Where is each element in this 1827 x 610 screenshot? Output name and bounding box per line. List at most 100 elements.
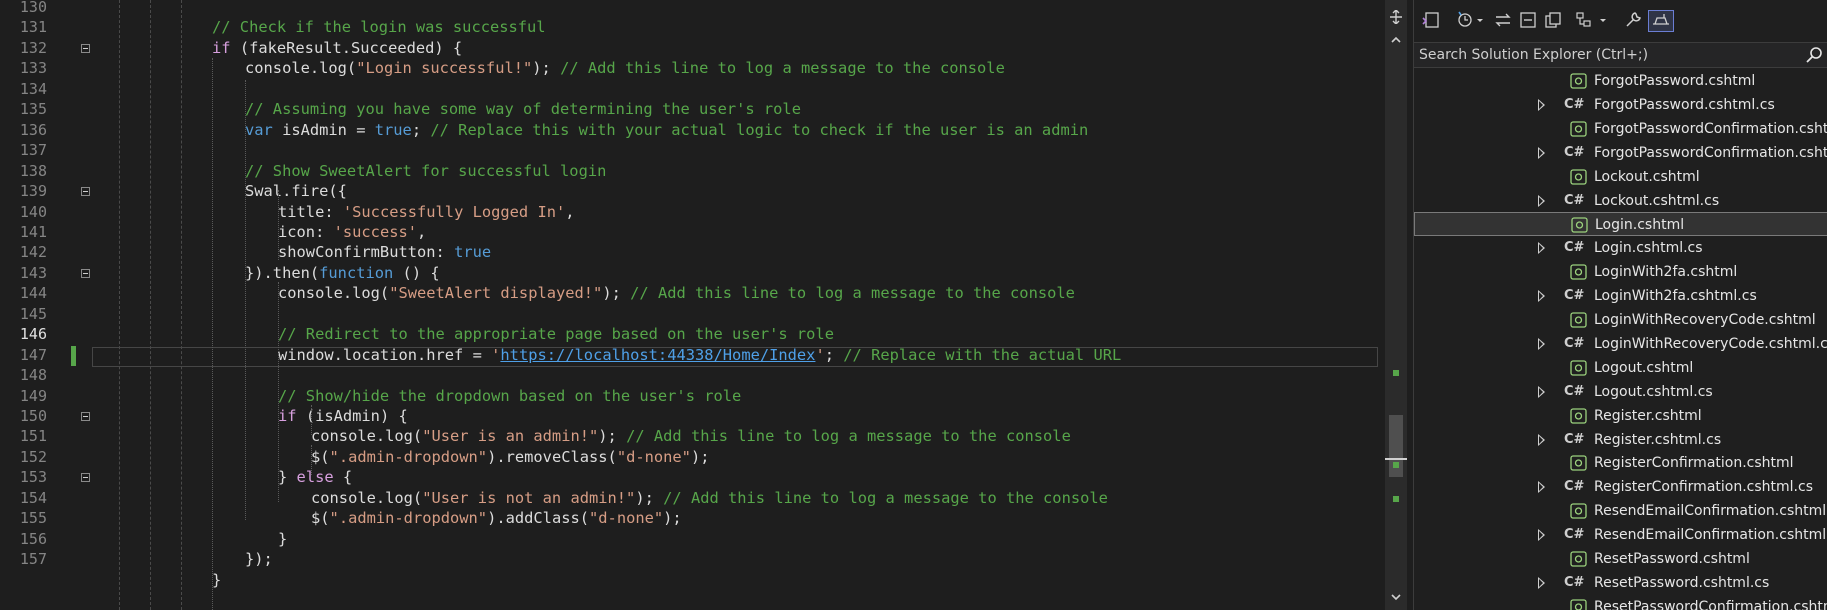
- sync-with-active-document-icon[interactable]: [1492, 10, 1514, 32]
- collapse-region-icon[interactable]: [81, 268, 90, 278]
- expand-arrow-icon[interactable]: [1538, 337, 1545, 350]
- solution-item[interactable]: C# ForgotPasswordConfirmation.cshtml.cs: [1414, 141, 1827, 165]
- solution-item[interactable]: ResendEmailConfirmation.cshtml: [1414, 499, 1827, 523]
- code-line[interactable]: }: [278, 529, 287, 550]
- solution-item[interactable]: C# RegisterConfirmation.cshtml.cs: [1414, 475, 1827, 499]
- code-line[interactable]: // Redirect to the appropriate page base…: [278, 324, 834, 345]
- solution-item[interactable]: ResetPasswordConfirmation.cshtml: [1414, 595, 1827, 610]
- code-line[interactable]: console.log("User is not an admin!"); //…: [311, 488, 1108, 509]
- code-line[interactable]: // Show SweetAlert for successful login: [245, 161, 606, 182]
- solution-item[interactable]: C# ResendEmailConfirmation.cshtml.cs: [1414, 523, 1827, 547]
- code-line[interactable]: var isAdmin = true; // Replace this with…: [245, 120, 1088, 141]
- solution-item[interactable]: LoginWithRecoveryCode.cshtml: [1414, 308, 1827, 332]
- collapse-region-icon[interactable]: [81, 43, 90, 53]
- code-line[interactable]: title: 'Successfully Logged In',: [278, 202, 575, 223]
- code-token: );: [690, 447, 710, 466]
- expand-arrow-icon[interactable]: [1538, 98, 1545, 111]
- solution-item-label: LoginWithRecoveryCode.cshtml.cs: [1594, 335, 1827, 352]
- code-line[interactable]: $(".admin-dropdown").addClass("d-none");: [311, 508, 682, 529]
- razor-file-icon: [1570, 168, 1587, 185]
- solution-item[interactable]: C# ForgotPassword.cshtml.cs: [1414, 93, 1827, 117]
- solution-item[interactable]: C# Lockout.cshtml.cs: [1414, 189, 1827, 213]
- code-line[interactable]: console.log("User is an admin!"); // Add…: [311, 426, 1071, 447]
- search-input[interactable]: [1419, 46, 1799, 64]
- code-token: true: [454, 243, 492, 262]
- code-token: isAdmin =: [272, 120, 375, 139]
- code-line[interactable]: // Show/hide the dropdown based on the u…: [278, 386, 741, 407]
- solution-item[interactable]: C# ResetPassword.cshtml.cs: [1414, 571, 1827, 595]
- solution-item[interactable]: ForgotPassword.cshtml: [1414, 69, 1827, 93]
- code-token: ).removeClass(: [487, 447, 617, 466]
- expand-arrow-icon[interactable]: [1538, 290, 1545, 303]
- expand-arrow-icon[interactable]: [1538, 194, 1545, 207]
- scroll-up-icon[interactable]: [1389, 33, 1403, 51]
- code-line[interactable]: // Assuming you have some way of determi…: [245, 99, 801, 120]
- code-line[interactable]: console.log("SweetAlert displayed!"); //…: [278, 283, 1075, 304]
- razor-file-icon: [1571, 217, 1588, 234]
- expand-arrow-icon[interactable]: [1538, 481, 1545, 494]
- code-indent-guide: [311, 445, 312, 475]
- collapse-region-icon[interactable]: [81, 412, 90, 421]
- history-dropdown-icon[interactable]: [1454, 10, 1488, 32]
- code-line[interactable]: if (isAdmin) {: [278, 406, 408, 427]
- collapse-all-icon[interactable]: [1517, 10, 1539, 32]
- code-token: // Add this line to log a message to the…: [663, 488, 1108, 507]
- code-token: "User is not an admin!": [422, 488, 636, 507]
- code-token: ,: [565, 202, 575, 221]
- solution-item[interactable]: C# Logout.cshtml.cs: [1414, 380, 1827, 404]
- code-line[interactable]: } else {: [278, 467, 352, 488]
- split-editor-icon[interactable]: [1389, 9, 1403, 28]
- solution-item[interactable]: C# Login.cshtml.cs: [1414, 236, 1827, 260]
- code-area[interactable]: // Check if the login was successful if (…: [92, 0, 1385, 610]
- code-line[interactable]: // Check if the login was successful: [212, 17, 546, 38]
- code-line[interactable]: showConfirmButton: true: [278, 242, 491, 263]
- solution-item[interactable]: ForgotPasswordConfirmation.cshtml: [1414, 117, 1827, 141]
- show-all-files-icon[interactable]: [1542, 10, 1564, 32]
- solution-item[interactable]: C# Register.cshtml.cs: [1414, 428, 1827, 452]
- code-line[interactable]: icon: 'success',: [278, 222, 426, 243]
- expand-arrow-icon[interactable]: [1538, 433, 1545, 446]
- code-editor[interactable]: 130 131 132 133 134 135 136 137 138 139 140 141 142 1…: [0, 0, 1385, 610]
- search-icon[interactable]: [1806, 46, 1824, 64]
- code-line[interactable]: console.log("Login successful!"); // Add…: [245, 58, 1005, 79]
- line-number: 130: [19, 0, 47, 16]
- solution-item[interactable]: RegisterConfirmation.cshtml: [1414, 451, 1827, 475]
- razor-file-icon: [1570, 121, 1587, 137]
- solution-item[interactable]: Register.cshtml: [1414, 404, 1827, 428]
- code-line[interactable]: }).then(function () {: [245, 263, 440, 284]
- solution-item-label: ResendEmailConfirmation.cshtml: [1594, 503, 1827, 520]
- expand-arrow-icon[interactable]: [1538, 385, 1545, 398]
- solution-item[interactable]: LoginWith2fa.cshtml: [1414, 260, 1827, 284]
- code-line[interactable]: $(".admin-dropdown").removeClass("d-none…: [311, 447, 710, 468]
- line-number: 157: [19, 550, 47, 569]
- code-indent-guide: [278, 282, 279, 502]
- solution-item-label: Register.cshtml: [1594, 407, 1702, 424]
- solution-item[interactable]: C# LoginWith2fa.cshtml.cs: [1414, 284, 1827, 308]
- preview-selected-items-icon[interactable]: [1648, 10, 1674, 32]
- code-line[interactable]: });: [245, 549, 273, 570]
- solution-item-label: Login.cshtml: [1595, 217, 1685, 234]
- scroll-down-icon[interactable]: [1389, 590, 1403, 608]
- properties-wrench-icon[interactable]: [1622, 10, 1644, 32]
- expand-arrow-icon[interactable]: [1538, 576, 1545, 589]
- expand-arrow-icon[interactable]: [1538, 146, 1545, 159]
- collapse-region-icon[interactable]: [81, 187, 90, 197]
- solution-item[interactable]: ResetPassword.cshtml: [1414, 547, 1827, 571]
- filter-dropdown-icon[interactable]: [1574, 10, 1612, 32]
- solution-item[interactable]: Login.cshtml: [1414, 212, 1827, 237]
- code-line[interactable]: if (fakeResult.Succeeded) {: [212, 38, 462, 59]
- solution-explorer-search[interactable]: [1414, 42, 1827, 68]
- solution-item-label: ResetPassword.cshtml: [1594, 551, 1750, 567]
- expand-arrow-icon[interactable]: [1538, 529, 1545, 542]
- solution-item-label: ForgotPassword.cshtml.cs: [1594, 96, 1775, 113]
- solution-item[interactable]: Logout.cshtml: [1414, 356, 1827, 380]
- collapse-region-icon[interactable]: [81, 473, 90, 483]
- code-token: // Show/hide the dropdown based on the u…: [278, 386, 742, 405]
- code-token: // Replace this with your actual logic t…: [430, 120, 1089, 139]
- editor-vertical-scrollbar[interactable]: [1385, 0, 1407, 610]
- switch-views-icon[interactable]: [1420, 10, 1442, 32]
- code-line[interactable]: Swal.fire({: [245, 181, 347, 202]
- solution-item[interactable]: Lockout.cshtml: [1414, 165, 1827, 189]
- solution-item[interactable]: C# LoginWithRecoveryCode.cshtml.cs: [1414, 332, 1827, 356]
- expand-arrow-icon[interactable]: [1538, 242, 1545, 255]
